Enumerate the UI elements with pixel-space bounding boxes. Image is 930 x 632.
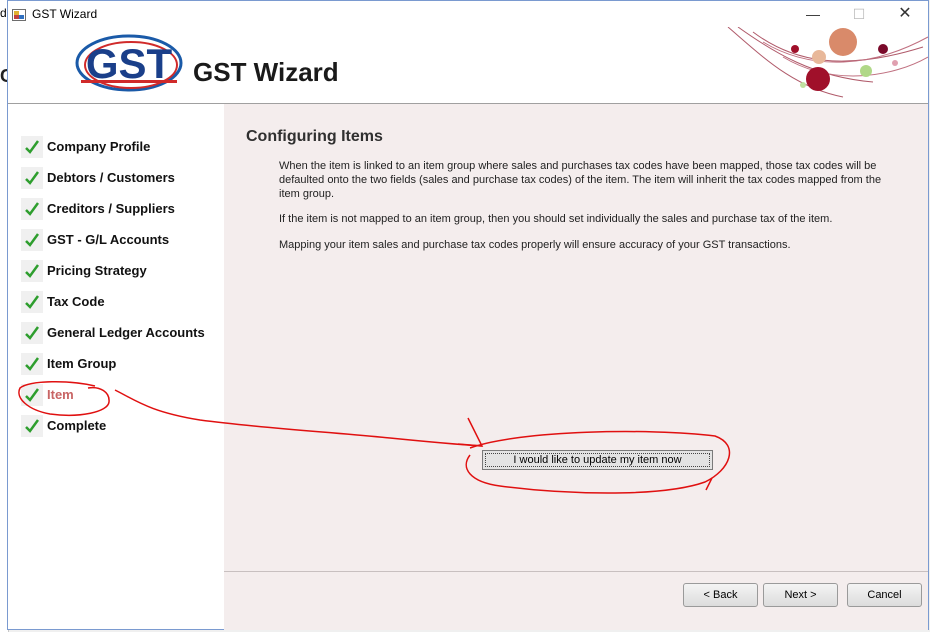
step-label: GST - G/L Accounts xyxy=(47,232,170,247)
step-label: Item xyxy=(47,387,74,402)
checkmark-icon xyxy=(21,415,43,437)
step-item-active[interactable]: Item xyxy=(21,382,221,410)
checkmark-icon xyxy=(21,198,43,220)
minimize-icon: — xyxy=(806,6,820,22)
wizard-footer: < Back Next > Cancel xyxy=(224,571,928,630)
checkmark-icon xyxy=(21,322,43,344)
step-label: Complete xyxy=(47,418,107,433)
step-item-group[interactable]: Item Group xyxy=(21,351,221,379)
step-tax-code[interactable]: Tax Code xyxy=(21,289,221,317)
close-icon: ✕ xyxy=(898,5,912,22)
step-label: Company Profile xyxy=(47,139,151,154)
checkmark-icon xyxy=(21,167,43,189)
app-icon xyxy=(12,9,26,21)
background-window-text: d xyxy=(0,6,7,20)
checkmark-icon xyxy=(21,384,43,406)
description-paragraph: If the item is not mapped to an item gro… xyxy=(279,213,833,225)
step-complete[interactable]: Complete xyxy=(21,413,221,441)
checkmark-icon xyxy=(21,229,43,251)
step-creditors-suppliers[interactable]: Creditors / Suppliers xyxy=(21,196,221,224)
window-title: GST Wizard xyxy=(32,7,98,21)
wizard-steps-sidebar: Company Profile Debtors / Customers Cred… xyxy=(8,104,224,629)
step-label: Pricing Strategy xyxy=(47,263,147,278)
cancel-button[interactable]: Cancel xyxy=(847,583,922,607)
wizard-header: GST GST Wizard xyxy=(8,27,928,104)
step-pricing-strategy[interactable]: Pricing Strategy xyxy=(21,258,221,286)
checkmark-icon xyxy=(21,260,43,282)
step-label: Creditors / Suppliers xyxy=(47,201,175,216)
step-debtors-customers[interactable]: Debtors / Customers xyxy=(21,165,221,193)
gst-logo: GST xyxy=(73,28,186,99)
title-bar[interactable]: GST Wizard — ☐ ✕ xyxy=(8,1,928,27)
logo-text: GST xyxy=(86,40,173,87)
header-title: GST Wizard xyxy=(193,57,339,87)
wizard-window: GST Wizard — ☐ ✕ GST GST Wizard Company … xyxy=(7,0,929,630)
step-general-ledger-accounts[interactable]: General Ledger Accounts xyxy=(21,320,221,348)
next-button[interactable]: Next > xyxy=(763,583,838,607)
step-label: Tax Code xyxy=(47,294,105,309)
update-item-button[interactable]: I would like to update my item now xyxy=(482,450,713,470)
description-paragraph: When the item is linked to an item group… xyxy=(279,160,882,200)
maximize-button[interactable]: ☐ xyxy=(836,1,882,27)
minimize-button[interactable]: — xyxy=(790,1,836,27)
checkmark-icon xyxy=(21,291,43,313)
page-title: Configuring Items xyxy=(246,128,383,145)
step-label: Debtors / Customers xyxy=(47,170,175,185)
description-paragraph: Mapping your item sales and purchase tax… xyxy=(279,239,791,251)
checkmark-icon xyxy=(21,353,43,375)
back-button[interactable]: < Back xyxy=(683,583,758,607)
maximize-icon: ☐ xyxy=(852,6,866,22)
content-panel: Configuring Items When the item is linke… xyxy=(224,104,928,571)
close-button[interactable]: ✕ xyxy=(882,1,928,27)
decorative-swirl-graphic xyxy=(727,27,928,98)
step-label: General Ledger Accounts xyxy=(47,325,205,340)
step-gst-gl-accounts[interactable]: GST - G/L Accounts xyxy=(21,227,221,255)
step-label: Item Group xyxy=(47,356,117,371)
step-company-profile[interactable]: Company Profile xyxy=(21,134,221,162)
checkmark-icon xyxy=(21,136,43,158)
